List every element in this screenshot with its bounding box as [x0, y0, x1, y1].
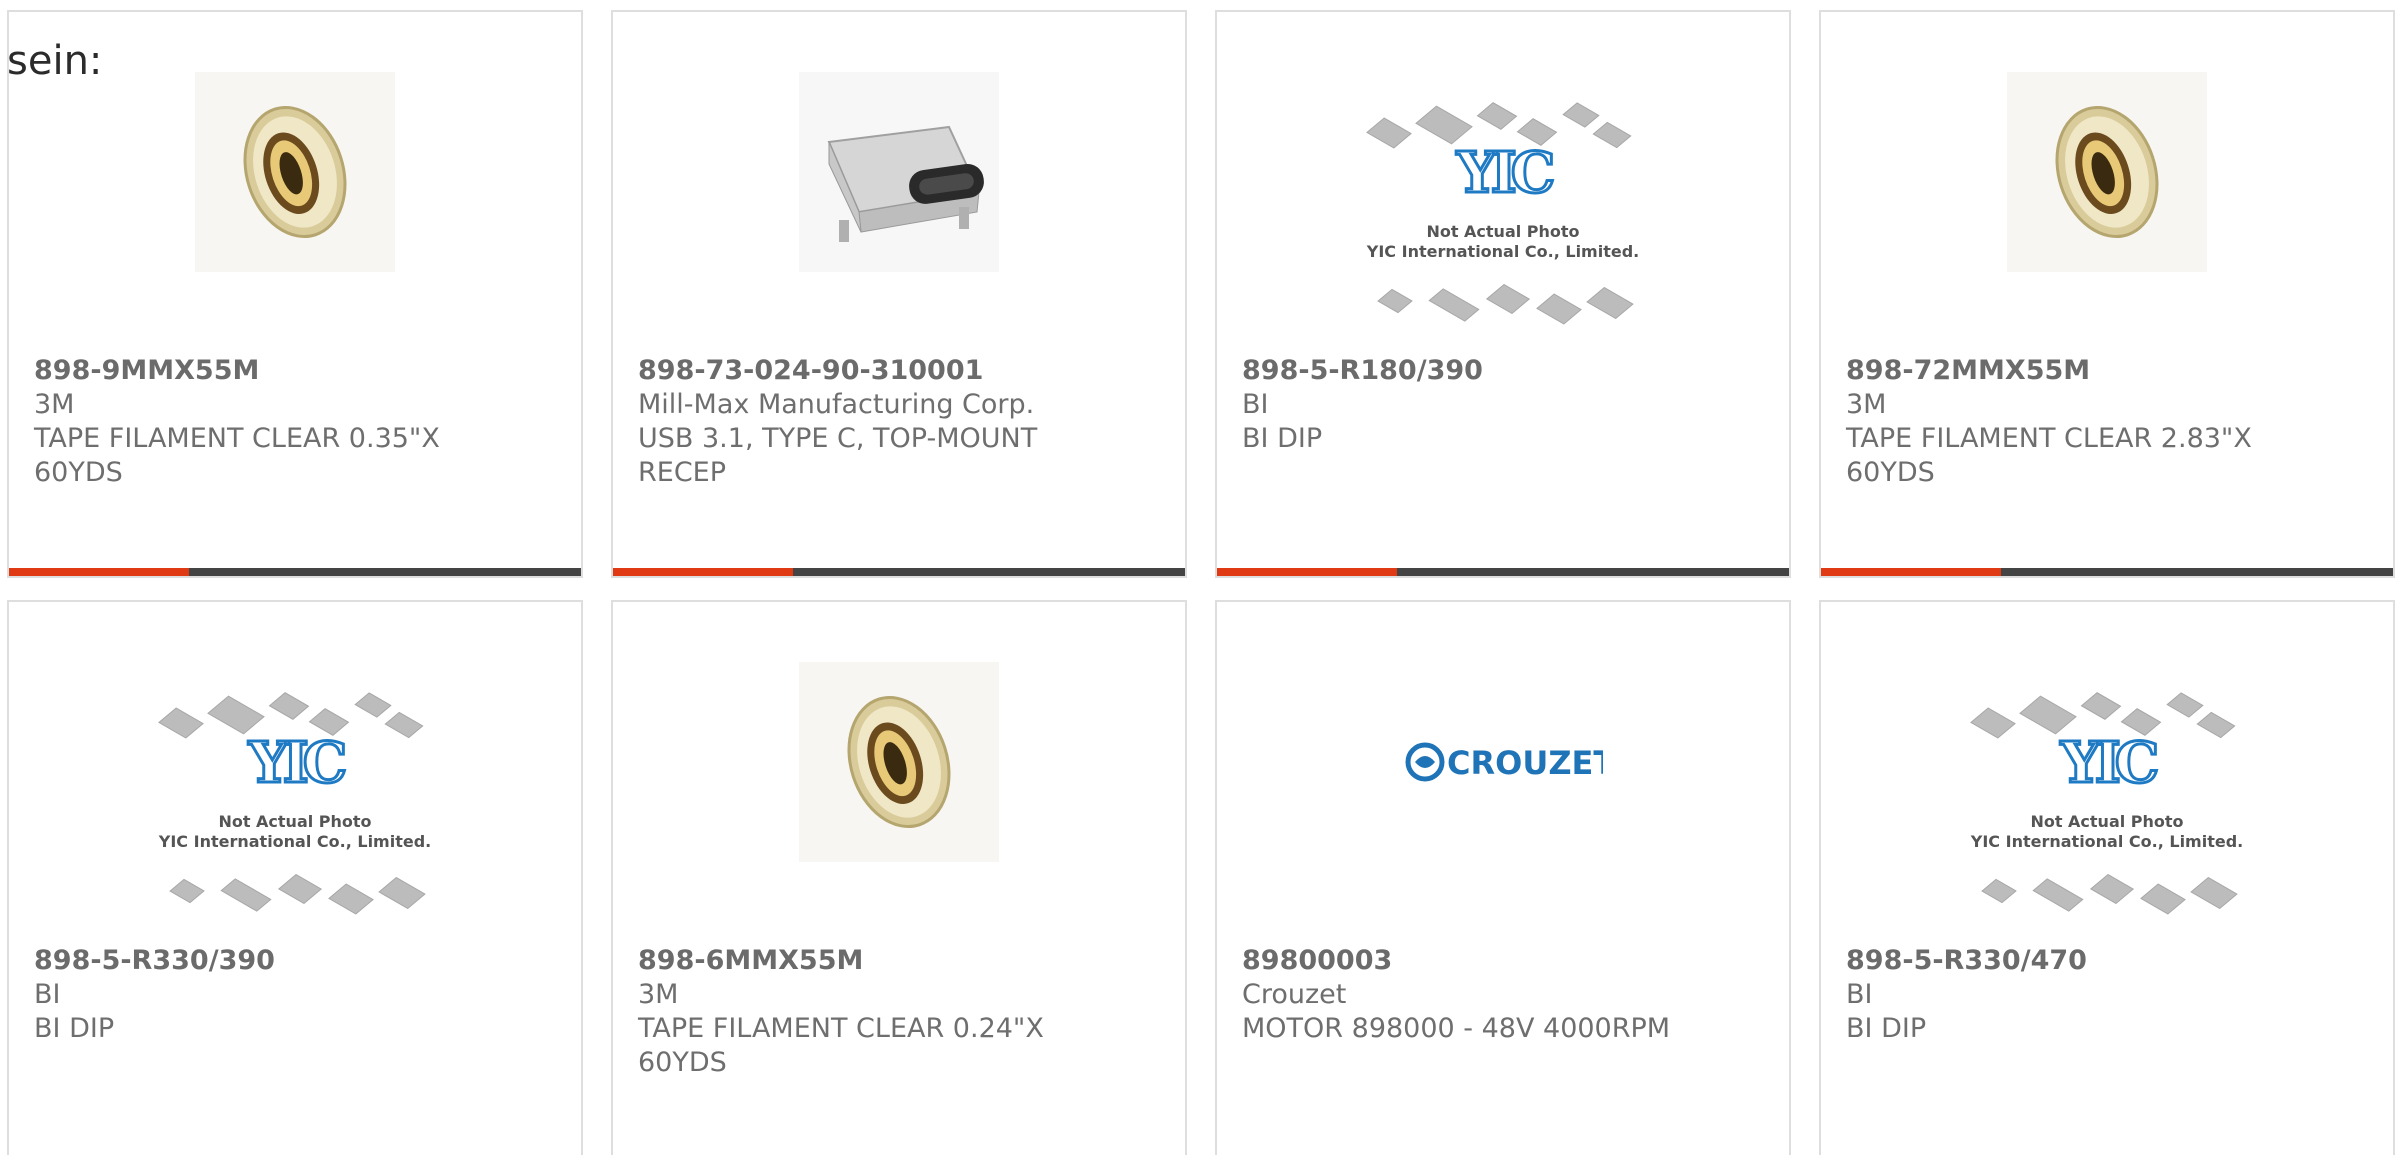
description: BI DIP: [1846, 1013, 1927, 1044]
placeholder-caption: Not Actual Photo: [2030, 812, 2184, 831]
manufacturer: Mill-Max Manufacturing Corp.: [638, 389, 1035, 420]
description: BI DIP: [1242, 423, 1323, 454]
product-image-tape-roll: [195, 72, 395, 272]
product-card[interactable]: 898-73-024-90-310001 Mill-Max Manufactur…: [611, 10, 1187, 578]
product-card[interactable]: YIC Not Actual Photo YIC International C…: [1215, 10, 1791, 578]
card-bottom-bar: [1217, 568, 1789, 576]
tape-roll-icon: [195, 72, 395, 272]
part-number[interactable]: 898-73-024-90-310001: [638, 354, 1160, 388]
product-image-tape-roll: [799, 662, 999, 862]
product-image-placeholder: YIC Not Actual Photo YIC International C…: [1967, 682, 2247, 922]
product-card[interactable]: 898-6MMX55M 3M TAPE FILAMENT CLEAR 0.24"…: [611, 600, 1187, 1155]
part-number[interactable]: 898-72MMX55M: [1846, 354, 2368, 388]
description-cont: 60YDS: [638, 1047, 727, 1078]
manufacturer: Crouzet: [1242, 979, 1347, 1010]
card-bottom-bar: [1821, 568, 2393, 576]
part-number[interactable]: 898-9MMX55M: [34, 354, 556, 388]
card-bar-accent: [613, 568, 793, 576]
manufacturer: BI: [1242, 389, 1269, 420]
placeholder-company: YIC International Co., Limited.: [1366, 242, 1640, 261]
yic-placeholder-image: YIC Not Actual Photo YIC International C…: [155, 682, 435, 922]
product-image-placeholder: YIC Not Actual Photo YIC International C…: [155, 682, 435, 922]
card-bar-accent: [9, 568, 189, 576]
lead-text: sein:: [7, 38, 103, 84]
product-card[interactable]: CROUZET 89800003 Crouzet MOTOR 898000 - …: [1215, 600, 1791, 1155]
description: BI DIP: [34, 1013, 115, 1044]
product-grid-page: sein: 898-9MMX55M 3M TAPE FILAMENT CLEAR…: [0, 0, 2400, 1155]
part-number[interactable]: 89800003: [1242, 944, 1764, 978]
description: TAPE FILAMENT CLEAR 0.35"X: [34, 423, 440, 454]
description-cont: RECEP: [638, 457, 727, 488]
placeholder-company: YIC International Co., Limited.: [1970, 832, 2244, 851]
manufacturer: 3M: [34, 389, 75, 420]
card-bottom-bar: [9, 568, 581, 576]
card-bottom-bar: [613, 568, 1185, 576]
part-number[interactable]: 898-5-R180/390: [1242, 354, 1764, 388]
card-bar-accent: [1217, 568, 1397, 576]
yic-placeholder-image: YIC Not Actual Photo YIC International C…: [1363, 92, 1643, 332]
crouzet-logo-text: CROUZET: [1447, 744, 1603, 782]
manufacturer: 3M: [638, 979, 679, 1010]
tape-roll-icon: [799, 662, 999, 862]
product-image-crouzet-logo: CROUZET: [1403, 662, 1603, 862]
description-cont: 60YDS: [34, 457, 123, 488]
description: USB 3.1, TYPE C, TOP-MOUNT: [638, 423, 1038, 454]
yic-placeholder-image: YIC Not Actual Photo YIC International C…: [1967, 682, 2247, 922]
card-bar-accent: [1821, 568, 2001, 576]
manufacturer: BI: [1846, 979, 1873, 1010]
manufacturer: BI: [34, 979, 61, 1010]
product-card[interactable]: 898-9MMX55M 3M TAPE FILAMENT CLEAR 0.35"…: [7, 10, 583, 578]
part-number[interactable]: 898-6MMX55M: [638, 944, 1160, 978]
part-number[interactable]: 898-5-R330/470: [1846, 944, 2368, 978]
usb-c-connector-icon: [799, 72, 999, 272]
product-card[interactable]: YIC Not Actual Photo YIC International C…: [7, 600, 583, 1155]
tape-roll-icon: [2007, 72, 2207, 272]
description: TAPE FILAMENT CLEAR 0.24"X: [638, 1013, 1044, 1044]
description: MOTOR 898000 - 48V 4000RPM: [1242, 1013, 1671, 1044]
product-image-tape-roll: [2007, 72, 2207, 272]
description: TAPE FILAMENT CLEAR 2.83"X: [1846, 423, 2252, 454]
product-card[interactable]: YIC Not Actual Photo YIC International C…: [1819, 600, 2395, 1155]
manufacturer: 3M: [1846, 389, 1887, 420]
description-cont: 60YDS: [1846, 457, 1935, 488]
product-card[interactable]: 898-72MMX55M 3M TAPE FILAMENT CLEAR 2.83…: [1819, 10, 2395, 578]
product-image-placeholder: YIC Not Actual Photo YIC International C…: [1363, 92, 1643, 332]
placeholder-caption: Not Actual Photo: [218, 812, 372, 831]
placeholder-company: YIC International Co., Limited.: [158, 832, 432, 851]
crouzet-logo-icon: CROUZET: [1405, 742, 1603, 782]
placeholder-caption: Not Actual Photo: [1426, 222, 1580, 241]
part-number[interactable]: 898-5-R330/390: [34, 944, 556, 978]
product-image-usb-c: [799, 72, 999, 272]
